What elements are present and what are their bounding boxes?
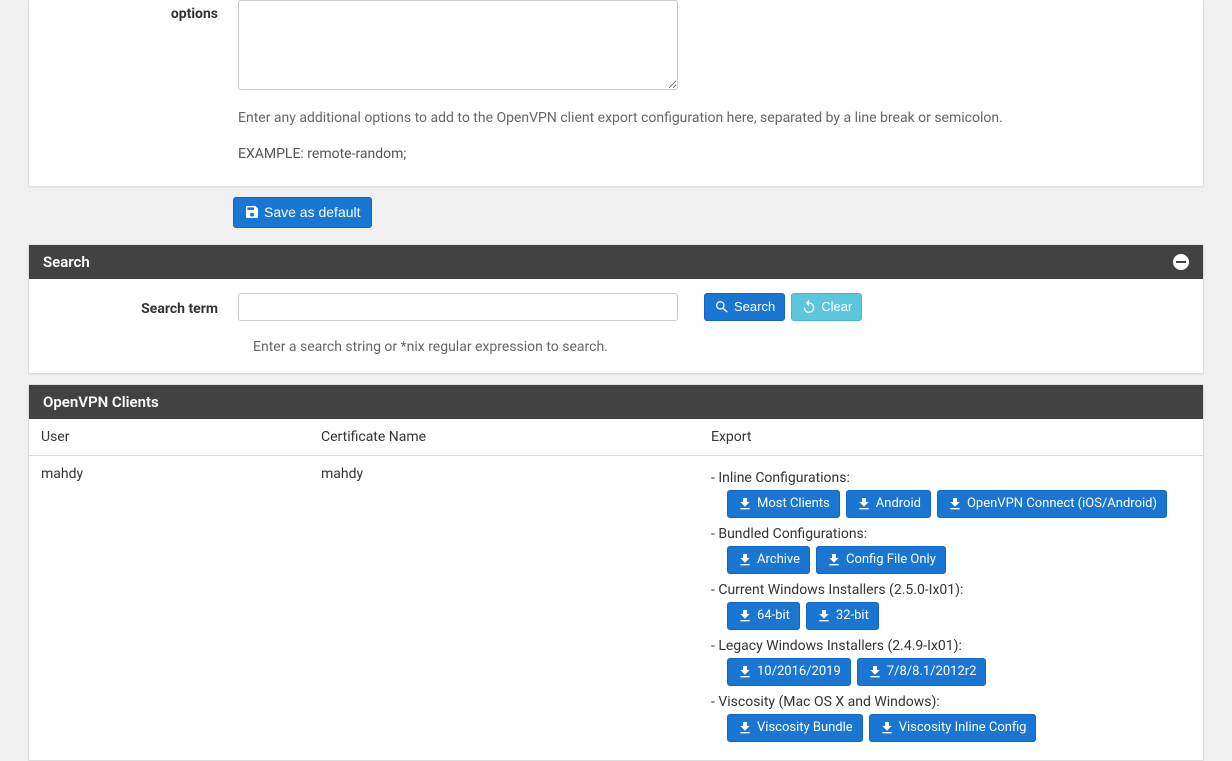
download-icon — [737, 608, 753, 624]
search-panel: Search Search term Search Clear — [28, 244, 1204, 374]
download-icon — [867, 664, 883, 680]
download-button[interactable]: Config File Only — [816, 546, 946, 574]
search-term-input[interactable] — [238, 293, 678, 321]
table-row: mahdymahdy Inline Configurations: Most Cli… — [29, 455, 1203, 760]
download-icon — [856, 496, 872, 512]
export-button-row: 10/2016/2019 7/8/8.1/2012r2 — [727, 658, 1191, 686]
cell-user: mahdy — [29, 455, 309, 760]
download-button[interactable]: Archive — [727, 546, 810, 574]
advanced-options-panel: options Enter any additional options to … — [28, 0, 1204, 187]
export-group-label: Bundled Configurations: — [711, 526, 1191, 542]
download-button-label: Android — [876, 496, 921, 512]
clients-panel-title: OpenVPN Clients — [43, 393, 159, 411]
download-icon — [737, 664, 753, 680]
export-group-label: Viscosity (Mac OS X and Windows): — [711, 694, 1191, 710]
undo-icon — [801, 299, 817, 315]
download-button[interactable]: Viscosity Inline Config — [869, 714, 1037, 742]
download-button-label: Most Clients — [757, 496, 830, 512]
download-button-label: 32-bit — [836, 608, 869, 624]
download-button-label: 64-bit — [757, 608, 790, 624]
clients-table: User Certificate Name Export mahdymahdyI… — [29, 419, 1203, 760]
download-icon — [737, 720, 753, 736]
download-button[interactable]: OpenVPN Connect (iOS/Android) — [937, 490, 1167, 518]
cell-export: Inline Configurations: Most Clients Androi… — [699, 455, 1203, 760]
openvpn-clients-panel: OpenVPN Clients User Certificate Name Ex… — [28, 384, 1204, 761]
download-button-label: OpenVPN Connect (iOS/Android) — [967, 496, 1157, 512]
save-icon — [244, 204, 260, 220]
search-panel-header: Search — [29, 245, 1203, 279]
export-button-row: 64-bit 32-bit — [727, 602, 1191, 630]
col-header-user: User — [29, 419, 309, 456]
download-button-label: Viscosity Inline Config — [899, 720, 1027, 736]
save-as-default-button[interactable]: Save as default — [233, 197, 372, 228]
options-label: options — [43, 0, 238, 22]
export-button-row: Most Clients Android OpenVPN Connect (iOS/… — [727, 490, 1191, 518]
col-header-export: Export — [699, 419, 1203, 456]
export-button-row: Archive Config File Only — [727, 546, 1191, 574]
clear-button-label: Clear — [821, 299, 852, 315]
export-group-label: Legacy Windows Installers (2.4.9-Ix01): — [711, 638, 1191, 654]
cell-cert: mahdy — [309, 455, 699, 760]
download-icon — [826, 552, 842, 568]
download-icon — [816, 608, 832, 624]
download-button-label: Viscosity Bundle — [757, 720, 853, 736]
options-textarea[interactable] — [238, 0, 678, 90]
search-help-text: Enter a search string or *nix regular ex… — [253, 339, 1189, 355]
download-button[interactable]: Android — [846, 490, 931, 518]
download-button-label: 7/8/8.1/2012r2 — [887, 664, 977, 680]
col-header-cert: Certificate Name — [309, 419, 699, 456]
download-icon — [947, 496, 963, 512]
download-button[interactable]: Viscosity Bundle — [727, 714, 863, 742]
export-group-label: Inline Configurations: — [711, 470, 1191, 486]
clients-tbody: mahdymahdy Inline Configurations: Most Cli… — [29, 455, 1203, 760]
download-button[interactable]: 64-bit — [727, 602, 800, 630]
download-icon — [737, 496, 753, 512]
download-button[interactable]: 10/2016/2019 — [727, 658, 851, 686]
download-button[interactable]: Most Clients — [727, 490, 840, 518]
download-button[interactable]: 7/8/8.1/2012r2 — [857, 658, 987, 686]
search-panel-title: Search — [43, 253, 90, 271]
save-button-label: Save as default — [264, 204, 361, 221]
options-help: Enter any additional options to add to t… — [238, 110, 1189, 126]
search-button[interactable]: Search — [704, 293, 785, 321]
search-icon — [714, 299, 730, 315]
download-icon — [737, 552, 753, 568]
clients-panel-header: OpenVPN Clients — [29, 385, 1203, 419]
export-group-label: Current Windows Installers (2.5.0-Ix01): — [711, 582, 1191, 598]
search-term-label: Search term — [43, 297, 238, 317]
options-example: EXAMPLE: remote-random; — [238, 146, 1189, 162]
collapse-icon[interactable] — [1173, 254, 1189, 270]
clear-button[interactable]: Clear — [791, 293, 862, 321]
download-button-label: Archive — [757, 552, 800, 568]
export-button-row: Viscosity Bundle Viscosity Inline Config — [727, 714, 1191, 742]
search-button-label: Search — [734, 299, 775, 315]
download-button[interactable]: 32-bit — [806, 602, 879, 630]
download-icon — [879, 720, 895, 736]
download-button-label: Config File Only — [846, 552, 936, 568]
download-button-label: 10/2016/2019 — [757, 664, 841, 680]
